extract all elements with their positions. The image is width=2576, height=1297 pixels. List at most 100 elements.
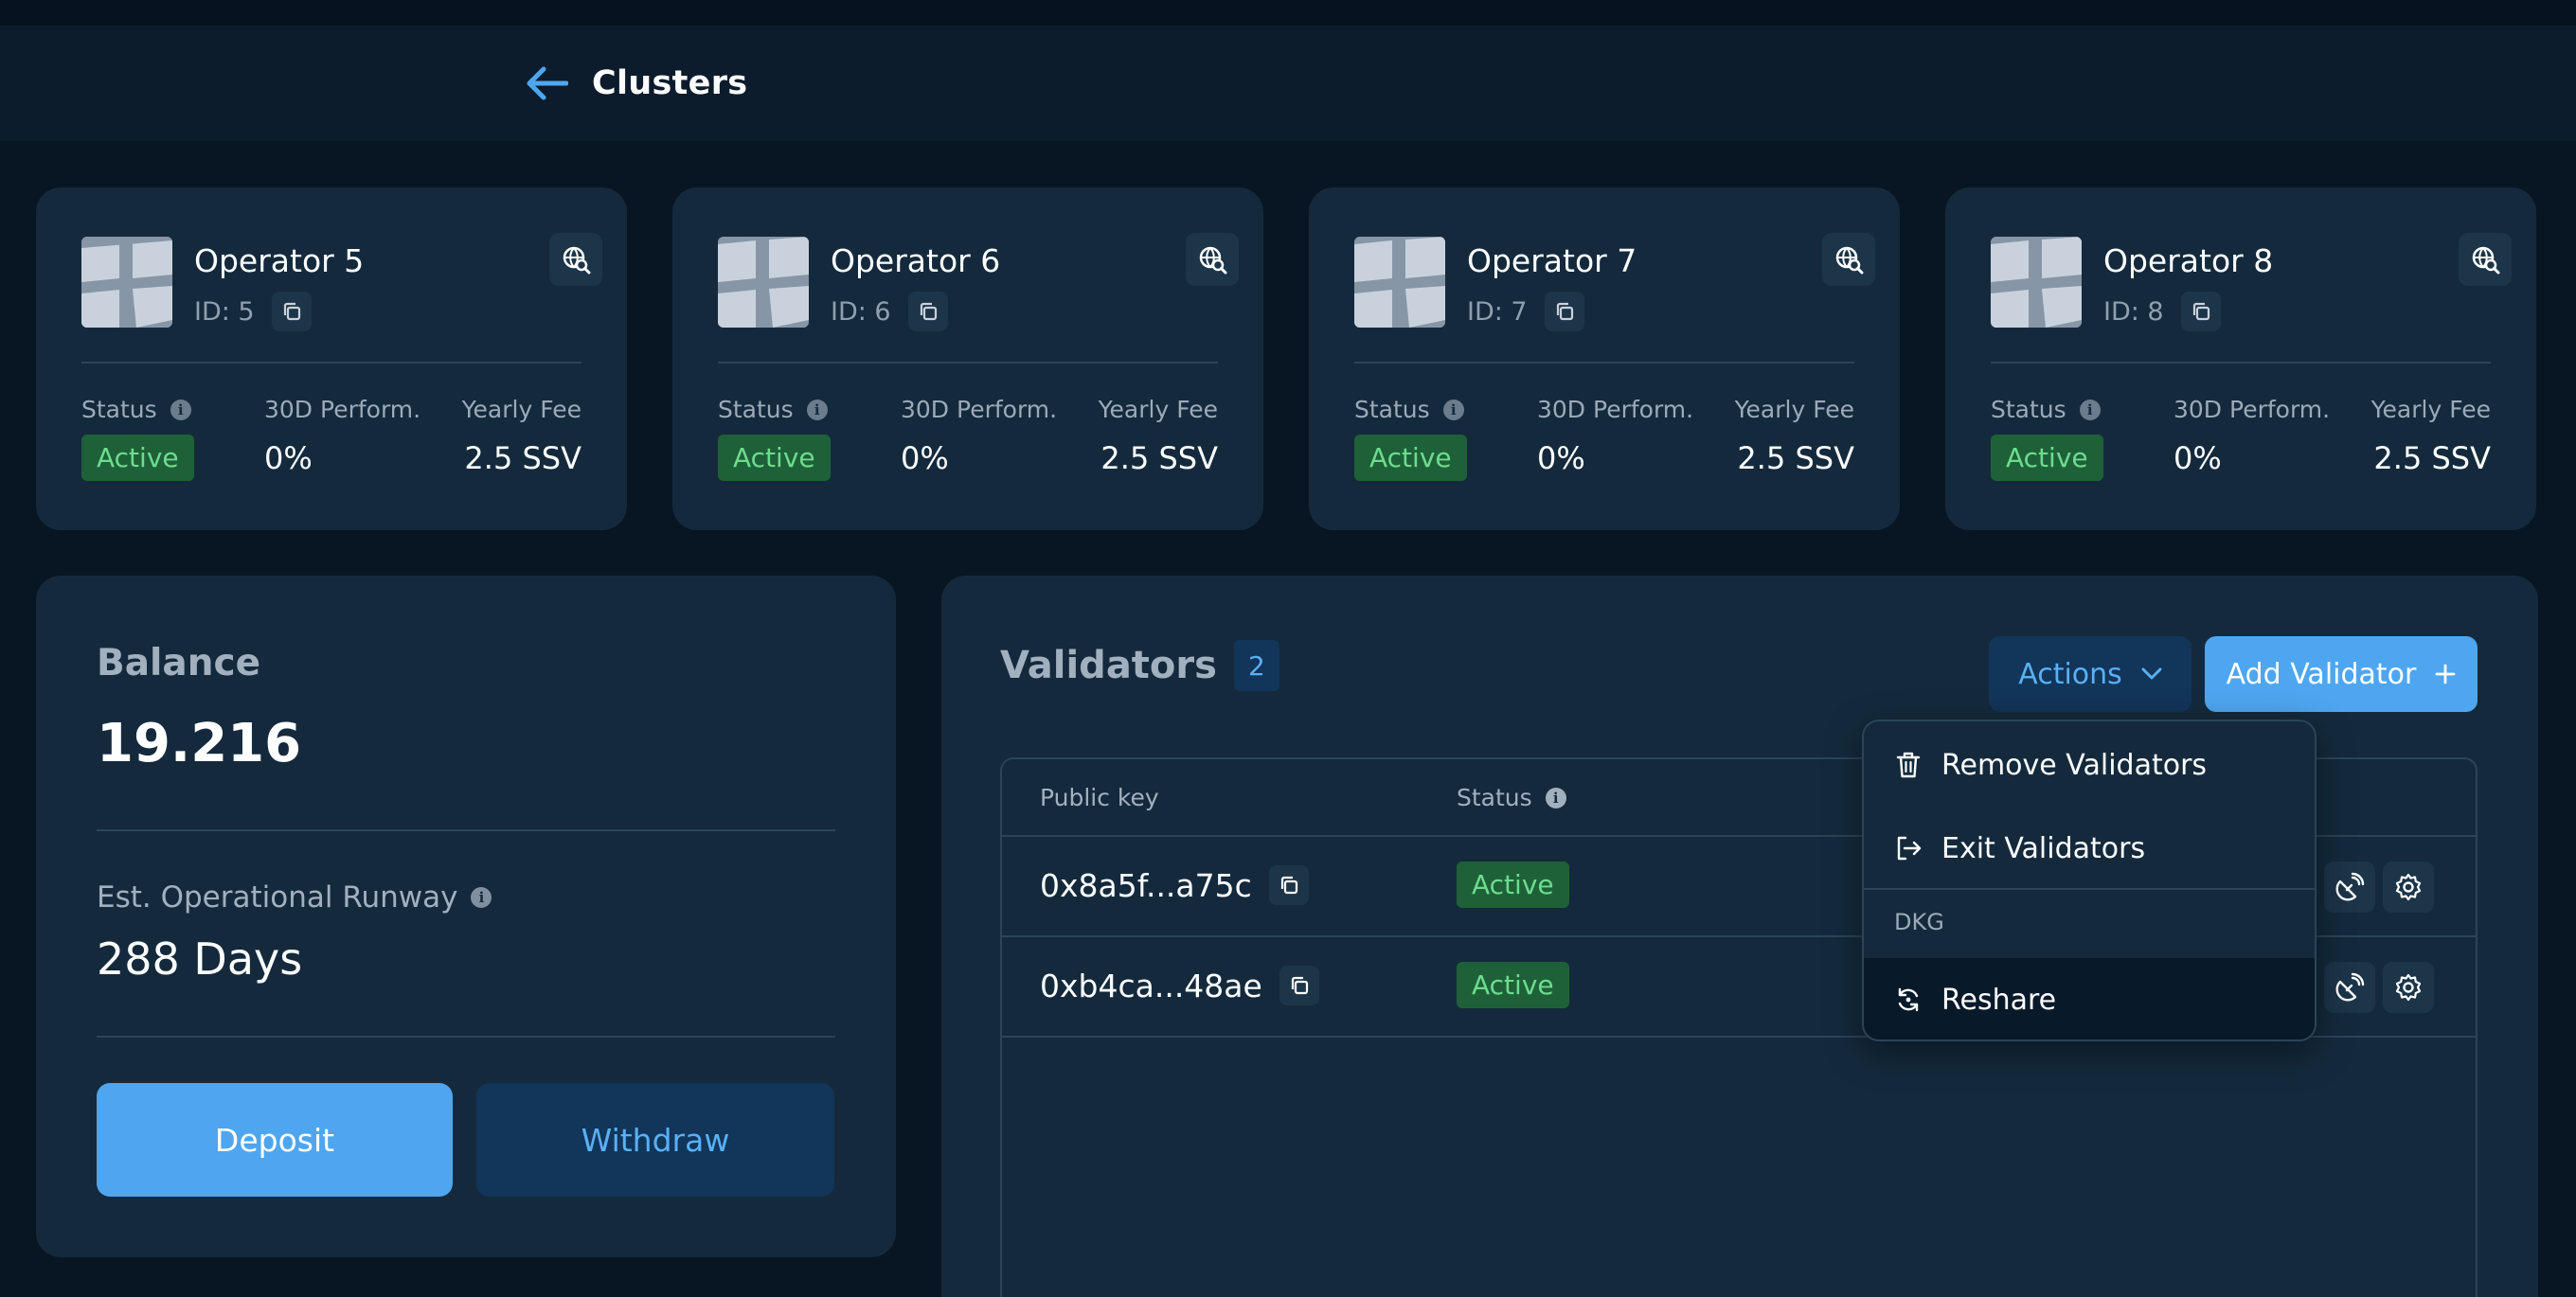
add-validator-button[interactable]: Add Validator — [2205, 636, 2478, 712]
status-badge: Active — [1991, 435, 2103, 481]
explorer-button[interactable] — [2459, 233, 2512, 286]
menu-item-label: Reshare — [1941, 983, 2057, 1017]
explorer-button[interactable] — [1822, 233, 1875, 286]
operator-name: Operator 5 — [194, 242, 365, 279]
operator-id: ID: 8 — [2103, 292, 2221, 331]
fee-label: Yearly Fee — [1734, 396, 1854, 423]
divider — [97, 829, 835, 831]
info-icon[interactable]: i — [1545, 787, 1566, 808]
balance-label: Balance — [97, 642, 261, 684]
divider — [97, 1036, 835, 1038]
operator-id-label: ID: 5 — [194, 296, 255, 327]
fee-label: Yearly Fee — [461, 396, 581, 423]
refresh-icon — [1898, 987, 1919, 1012]
fee-label: Yearly Fee — [1098, 396, 1218, 423]
status-badge: Active — [718, 435, 831, 481]
column-status: Status i — [1457, 784, 1566, 811]
add-validator-label: Add Validator — [2226, 657, 2417, 691]
status-badge: Active — [1354, 435, 1467, 481]
status-badge: Active — [81, 435, 194, 481]
perf-label: 30D Perform. — [2174, 396, 2331, 423]
status-label: Status i — [1991, 396, 2103, 423]
perf-value: 0% — [901, 440, 949, 476]
operator-card: Operator 7 ID: 7 Status i Active 30D Perf… — [1309, 187, 1900, 530]
perf-label: 30D Perform. — [1537, 396, 1694, 423]
status-badge: Active — [1457, 862, 1569, 908]
fee-value: 2.5 SSV — [1737, 440, 1854, 476]
menu-item-exit-validators[interactable]: Exit Validators — [1864, 807, 2315, 890]
actions-dropdown-menu: Remove Validators Exit Validators DKG Re… — [1862, 720, 2317, 1041]
trash-icon — [1896, 752, 1921, 778]
actions-button[interactable]: Actions — [1989, 636, 2191, 712]
copy-id-button[interactable] — [907, 292, 948, 331]
plus-icon — [2435, 664, 2456, 684]
operator-avatar — [81, 237, 172, 328]
gear-icon — [2395, 873, 2422, 901]
operator-card: Operator 6 ID: 6 Status i Active 30D Perf… — [672, 187, 1263, 530]
explorer-button[interactable] — [549, 233, 602, 286]
copy-key-button[interactable] — [1268, 865, 1309, 905]
fee-label: Yearly Fee — [2370, 396, 2491, 423]
copy-icon — [1556, 302, 1573, 321]
operator-id-label: ID: 7 — [1467, 296, 1528, 327]
fee-value: 2.5 SSV — [1100, 440, 1218, 476]
menu-item-label: Remove Validators — [1941, 748, 2208, 782]
info-icon[interactable]: i — [1442, 399, 1464, 420]
menu-item-label: Exit Validators — [1941, 831, 2146, 865]
column-public-key: Public key — [1040, 784, 1159, 811]
operator-logo-icon — [718, 237, 809, 328]
menu-item-remove-validators[interactable]: Remove Validators — [1864, 723, 2315, 807]
globe-search-icon — [1199, 246, 1227, 275]
copy-id-button[interactable] — [271, 292, 312, 331]
beacon-button[interactable] — [2324, 862, 2375, 913]
operator-logo-icon — [1354, 237, 1445, 328]
info-icon[interactable]: i — [471, 887, 492, 908]
perf-label: 30D Perform. — [901, 396, 1058, 423]
operator-id-label: ID: 6 — [831, 296, 891, 327]
menu-group-label: DKG — [1894, 909, 1944, 935]
info-icon[interactable]: i — [806, 399, 828, 420]
runway-value: 288 Days — [97, 933, 303, 985]
operator-id: ID: 7 — [1467, 292, 1584, 331]
menu-item-reshare[interactable]: Reshare — [1864, 958, 2315, 1039]
perf-value: 0% — [2174, 440, 2222, 476]
operator-avatar — [718, 237, 809, 328]
validators-count-badge: 2 — [1233, 640, 1279, 691]
operator-card: Operator 5 ID: 5 Status i Active 30D Perf… — [36, 187, 627, 530]
withdraw-button[interactable]: Withdraw — [476, 1083, 834, 1197]
copy-icon — [1280, 876, 1297, 895]
settings-button[interactable] — [2383, 962, 2434, 1013]
chevron-down-icon — [2141, 667, 2162, 680]
status-label: Status i — [81, 396, 194, 423]
fee-value: 2.5 SSV — [2373, 440, 2491, 476]
validator-public-key: 0x8a5f...a75c — [1040, 865, 1309, 905]
perf-value: 0% — [1537, 440, 1585, 476]
copy-id-button[interactable] — [2180, 292, 2221, 331]
copy-icon — [1291, 976, 1308, 995]
balance-value: 19.216 — [97, 713, 302, 774]
info-icon[interactable]: i — [170, 399, 191, 420]
validators-title: Validators 2 — [1000, 640, 1279, 691]
beacon-button[interactable] — [2324, 962, 2375, 1013]
operator-id: ID: 6 — [831, 292, 948, 331]
operator-logo-icon — [81, 237, 172, 328]
operator-avatar — [1991, 237, 2082, 328]
top-strip — [0, 0, 2576, 26]
copy-icon — [283, 302, 300, 321]
fee-value: 2.5 SSV — [464, 440, 581, 476]
explorer-button[interactable] — [1186, 233, 1239, 286]
perf-label: 30D Perform. — [264, 396, 421, 423]
operator-id: ID: 5 — [194, 292, 312, 331]
back-button[interactable] — [524, 62, 569, 104]
copy-id-button[interactable] — [1544, 292, 1584, 331]
status-badge: Active — [1457, 962, 1569, 1008]
deposit-button[interactable]: Deposit — [97, 1083, 453, 1197]
arrow-left-icon — [527, 66, 568, 100]
status-label: Status i — [718, 396, 831, 423]
globe-search-icon — [2472, 246, 2500, 275]
info-icon[interactable]: i — [2079, 399, 2101, 420]
copy-key-button[interactable] — [1279, 966, 1319, 1005]
page-header: Clusters — [0, 26, 2576, 141]
settings-button[interactable] — [2383, 862, 2434, 913]
operator-logo-icon — [1991, 237, 2082, 328]
